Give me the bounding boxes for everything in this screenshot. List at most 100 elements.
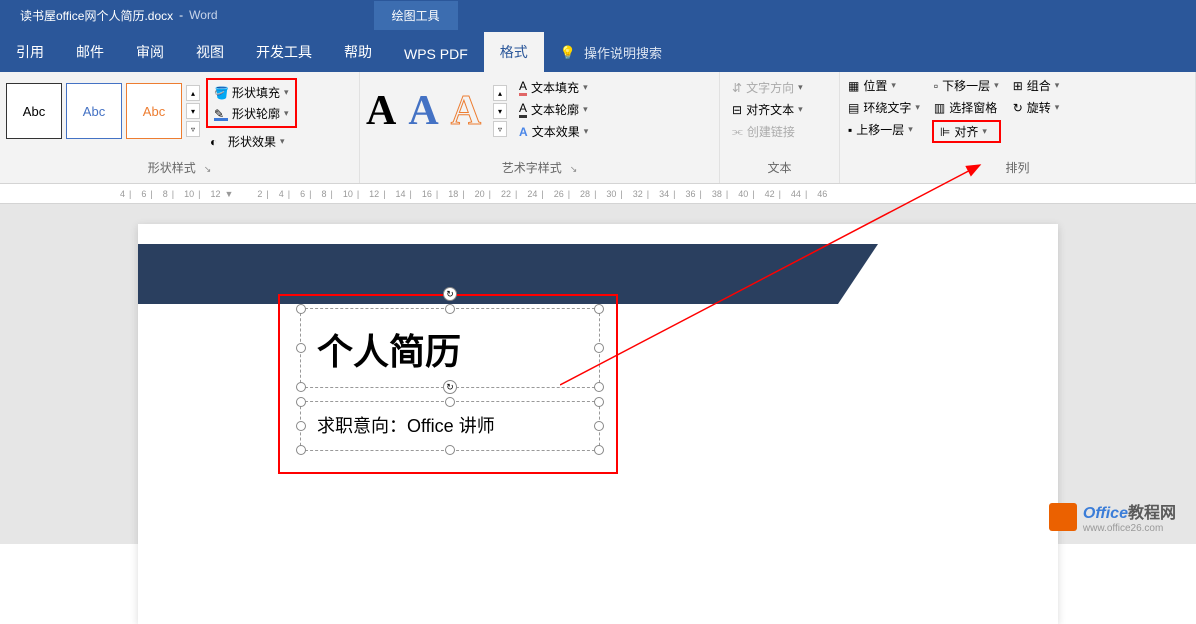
resize-handle[interactable] — [296, 421, 306, 431]
text-effects-icon: A — [519, 125, 528, 139]
heading-textbox[interactable]: ↻ 个人简历 — [300, 308, 600, 388]
resize-handle[interactable] — [445, 304, 455, 314]
pen-icon: ✎ — [214, 107, 228, 121]
align-text-button[interactable]: ⊟ 对齐文本 — [730, 100, 829, 119]
text-fill-button[interactable]: A 文本填充 — [517, 78, 590, 97]
resize-handle[interactable] — [594, 382, 604, 392]
position-button[interactable]: ▦位置 — [846, 76, 922, 95]
resize-handle[interactable] — [594, 421, 604, 431]
bring-forward-button[interactable]: ▪上移一层 — [846, 120, 922, 139]
document-area[interactable]: ↻ 个人简历 ↻ 求职意向：Offi — [0, 204, 1196, 544]
group-title-wordart: 艺术字样式 — [366, 159, 713, 179]
watermark-text-1: Office — [1083, 505, 1128, 522]
group-button[interactable]: ⊞组合 — [1011, 76, 1062, 95]
effects-icon: ◐ — [210, 135, 224, 149]
resize-handle[interactable] — [445, 445, 455, 455]
selection-pane-button[interactable]: ▥选择窗格 — [932, 98, 1001, 117]
text-outline-button[interactable]: A 文本轮廓 — [517, 100, 590, 119]
wrap-text-button[interactable]: ▤环绕文字 — [846, 98, 922, 117]
resize-handle[interactable] — [296, 445, 306, 455]
subheading-textbox[interactable]: ↻ 求职意向：Office 讲师 — [300, 401, 600, 451]
group-wordart-styles: A A A ▴ ▾ ▿ A 文本填充 A 文本轮廓 A — [360, 72, 720, 183]
shape-style-preset-3[interactable]: Abc — [126, 83, 182, 139]
search-label: 操作说明搜索 — [584, 43, 662, 62]
gallery-down-button[interactable]: ▾ — [186, 103, 200, 119]
resize-handle[interactable] — [296, 343, 306, 353]
watermark-url: www.office26.com — [1083, 523, 1176, 534]
shape-effects-button[interactable]: ◐ 形状效果 — [206, 131, 297, 152]
group-shape-styles: Abc Abc Abc ▴ ▾ ▿ 🪣 形状填充 ✎ 形状轮廓 — [0, 72, 360, 183]
rotate-handle-icon[interactable]: ↻ — [443, 287, 457, 301]
align-icon: ⊫ — [940, 125, 950, 139]
textbox-selection-group[interactable]: ↻ 个人简历 ↻ 求职意向：Offi — [278, 294, 618, 474]
align-text-icon: ⊟ — [732, 103, 742, 117]
group-text: ⇵ 文字方向 ⊟ 对齐文本 ⫘ 创建链接 文本 — [720, 72, 840, 183]
watermark: Office教程网 www.office26.com — [1049, 499, 1176, 534]
wrap-icon: ▤ — [848, 101, 859, 115]
lightbulb-icon: 💡 — [560, 45, 576, 61]
rotate-button[interactable]: ↻旋转 — [1011, 98, 1062, 117]
page[interactable]: ↻ 个人简历 ↻ 求职意向：Offi — [138, 224, 1058, 624]
shape-outline-button[interactable]: ✎ 形状轮廓 — [210, 103, 293, 124]
tab-help[interactable]: 帮助 — [328, 32, 388, 72]
wordart-preset-3[interactable]: A — [451, 87, 481, 135]
resize-handle[interactable] — [594, 445, 604, 455]
text-direction-button[interactable]: ⇵ 文字方向 — [730, 78, 829, 97]
text-effects-button[interactable]: A 文本效果 — [517, 122, 590, 141]
heading-text[interactable]: 个人简历 — [301, 309, 599, 389]
send-backward-button[interactable]: ▫下移一层 — [932, 76, 1001, 95]
rotate-handle-icon[interactable]: ↻ — [443, 380, 457, 394]
group-title-shape-styles: 形状样式 — [6, 159, 353, 179]
text-fill-icon: A — [519, 79, 527, 96]
text-direction-icon: ⇵ — [732, 81, 742, 95]
resize-handle[interactable] — [296, 304, 306, 314]
backward-icon: ▫ — [934, 79, 938, 93]
resize-handle[interactable] — [594, 397, 604, 407]
horizontal-ruler[interactable]: 4 | 6 | 8 | 10 | 12 ▼ 2 | 4 | 6 | 8 | 10… — [0, 184, 1196, 204]
link-icon: ⫘ — [732, 124, 743, 139]
subheading-text[interactable]: 求职意向：Office 讲师 — [301, 402, 599, 448]
shape-style-preset-2[interactable]: Abc — [66, 83, 122, 139]
tab-references[interactable]: 引用 — [0, 32, 60, 72]
app-name: Word — [189, 8, 217, 22]
wordart-gallery-down[interactable]: ▾ — [493, 103, 507, 119]
align-button[interactable]: ⊫对齐 — [932, 120, 1001, 143]
resize-handle[interactable] — [594, 304, 604, 314]
tab-developer[interactable]: 开发工具 — [240, 32, 328, 72]
wordart-preset-2[interactable]: A — [408, 87, 438, 135]
group-title-arrange: 排列 — [846, 159, 1189, 179]
ribbon: Abc Abc Abc ▴ ▾ ▿ 🪣 形状填充 ✎ 形状轮廓 — [0, 72, 1196, 184]
shape-fill-button[interactable]: 🪣 形状填充 — [210, 82, 293, 103]
group-arrange: ▦位置 ▤环绕文字 ▪上移一层 ▫下移一层 ▥选择窗格 ⊫对齐 ⊞组合 ↻旋转 … — [840, 72, 1196, 183]
titlebar: 读书屋office网个人简历.docx - Word 绘图工具 — [0, 0, 1196, 30]
document-filename: 读书屋office网个人简历.docx — [20, 7, 173, 24]
rotate-icon: ↻ — [1013, 101, 1023, 115]
wordart-preset-1[interactable]: A — [366, 87, 396, 135]
separator: - — [179, 8, 183, 22]
paint-bucket-icon: 🪣 — [214, 86, 228, 100]
ribbon-tabs: 引用 邮件 审阅 视图 开发工具 帮助 WPS PDF 格式 💡 操作说明搜索 — [0, 30, 1196, 72]
tell-me-search[interactable]: 💡 操作说明搜索 — [544, 33, 678, 72]
context-tool-label: 绘图工具 — [374, 1, 458, 30]
resize-handle[interactable] — [594, 343, 604, 353]
resize-handle[interactable] — [445, 397, 455, 407]
tab-review[interactable]: 审阅 — [120, 32, 180, 72]
tab-format[interactable]: 格式 — [484, 32, 544, 72]
watermark-text-2: 教程网 — [1128, 505, 1176, 522]
wordart-gallery-up[interactable]: ▴ — [493, 85, 507, 101]
tab-mailings[interactable]: 邮件 — [60, 32, 120, 72]
text-outline-icon: A — [519, 101, 527, 118]
resize-handle[interactable] — [296, 382, 306, 392]
resize-handle[interactable] — [296, 397, 306, 407]
position-icon: ▦ — [848, 79, 859, 93]
wordart-gallery-more[interactable]: ▿ — [493, 121, 507, 137]
shape-style-preset-1[interactable]: Abc — [6, 83, 62, 139]
create-link-button[interactable]: ⫘ 创建链接 — [730, 122, 829, 141]
group-title-text: 文本 — [726, 159, 833, 179]
group-icon: ⊞ — [1013, 79, 1023, 93]
tab-view[interactable]: 视图 — [180, 32, 240, 72]
gallery-more-button[interactable]: ▿ — [186, 121, 200, 137]
gallery-up-button[interactable]: ▴ — [186, 85, 200, 101]
forward-icon: ▪ — [848, 123, 852, 137]
tab-wps-pdf[interactable]: WPS PDF — [388, 36, 484, 72]
